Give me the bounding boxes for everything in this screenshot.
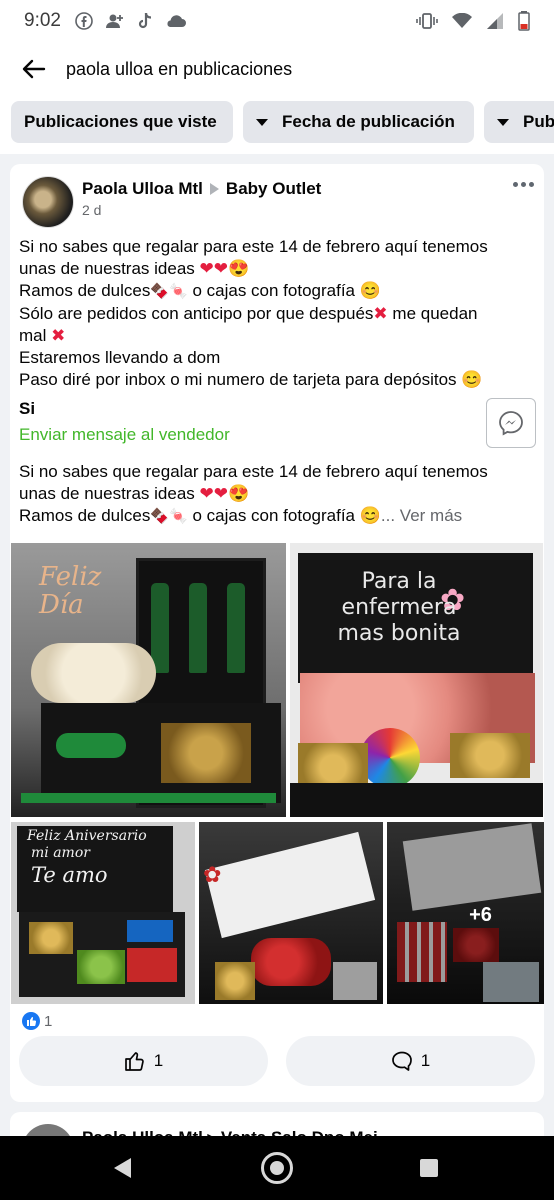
smile-emoji-icon: 😊 xyxy=(359,281,381,300)
post-line: Ramos de dulces xyxy=(19,506,151,525)
post-line: o cajas con fotografía xyxy=(192,506,355,525)
candy-emoji-icon: 🍬 xyxy=(169,283,188,300)
ribbon-bow-icon: ✿ xyxy=(203,862,222,887)
photo-5[interactable]: +6 xyxy=(387,822,544,1004)
signal-icon xyxy=(487,13,503,29)
wifi-icon xyxy=(452,13,472,28)
author-avatar[interactable] xyxy=(22,176,74,228)
status-time: 9:02 xyxy=(24,10,61,31)
reaction-count: 1 xyxy=(44,1012,53,1030)
post-line: unas de nuestras ideas xyxy=(19,259,195,278)
arrow-right-icon xyxy=(209,183,219,195)
author-name[interactable]: Paola Ulloa Mtl xyxy=(82,179,203,199)
see-more-link[interactable]: ... Ver más xyxy=(381,506,462,525)
photo-1[interactable]: Feliz Día xyxy=(11,543,286,817)
nav-home-button[interactable] xyxy=(261,1152,293,1184)
dot-icon xyxy=(521,182,526,187)
comment-bubble-icon xyxy=(391,1051,412,1071)
reaction-summary[interactable]: 1 xyxy=(22,1012,52,1030)
post-line: Si no sabes que regalar para este 14 de … xyxy=(19,237,488,256)
cloud-notification-icon xyxy=(167,15,186,27)
heart-eyes-emoji-icon: 😍 xyxy=(228,259,250,278)
post-card: Paola Ulloa Mtl Baby Outlet 2 d Si no sa… xyxy=(10,164,544,1102)
post-line: o cajas con fotografía xyxy=(192,281,355,300)
photo-caption: Te amo xyxy=(31,863,108,887)
filter-chip-more[interactable]: Pub xyxy=(484,101,554,143)
photo-2[interactable]: ✿ Para la enfermera mas bonita xyxy=(290,543,543,817)
dropdown-triangle-icon xyxy=(497,118,509,126)
heart-emoji-icon: ❤❤ xyxy=(199,484,229,503)
like-reaction-icon xyxy=(22,1012,40,1030)
post-line: mal xyxy=(19,326,47,345)
post-line: Ramos de dulces xyxy=(19,281,151,300)
back-button[interactable] xyxy=(14,49,54,89)
photo-caption: Feliz Aniversario xyxy=(27,828,147,844)
heart-emoji-icon: ❤❤ xyxy=(199,259,229,278)
post-header: Paola Ulloa Mtl Baby Outlet xyxy=(82,179,321,199)
cross-mark-icon: ✖ xyxy=(51,326,66,345)
smile-emoji-icon: 😊 xyxy=(461,370,483,389)
thumbs-up-icon xyxy=(124,1052,144,1071)
search-input[interactable]: paola ulloa en publicaciones xyxy=(66,59,292,80)
photo-caption: mi amor xyxy=(31,845,90,861)
filter-chip-label: Fecha de publicación xyxy=(282,112,455,131)
comment-button[interactable]: 1 xyxy=(286,1036,535,1086)
home-dot-icon xyxy=(270,1161,284,1175)
post-line: unas de nuestras ideas xyxy=(19,484,195,503)
filter-bar: Publicaciones que viste Fecha de publica… xyxy=(0,96,554,154)
like-count: 1 xyxy=(153,1051,164,1070)
item-title: Si xyxy=(19,399,36,418)
filter-chip-label: Publicaciones que viste xyxy=(24,112,217,131)
like-button[interactable]: 1 xyxy=(19,1036,268,1086)
photo-caption: Feliz Día xyxy=(39,562,102,620)
cross-mark-icon: ✖ xyxy=(373,304,388,323)
post-timestamp[interactable]: 2 d xyxy=(82,202,101,218)
dot-icon xyxy=(529,182,534,187)
group-name[interactable]: Baby Outlet xyxy=(226,179,321,199)
nav-recents-button[interactable] xyxy=(420,1159,438,1177)
filter-chip-date[interactable]: Fecha de publicación xyxy=(243,101,474,143)
post-line: Estaremos llevando a dom xyxy=(19,348,221,367)
system-navigation-bar xyxy=(0,1136,554,1200)
messenger-button[interactable] xyxy=(486,398,536,448)
dot-icon xyxy=(513,182,518,187)
post-line: Paso diré por inbox o mi numero de tarje… xyxy=(19,370,457,389)
photo-caption: enfermera xyxy=(341,595,457,620)
nav-back-button[interactable] xyxy=(114,1158,131,1178)
facebook-notification-icon xyxy=(75,12,93,30)
filter-chip-label: Pub xyxy=(523,112,554,131)
messenger-icon xyxy=(499,411,523,436)
filter-chip-seen-posts[interactable]: Publicaciones que viste xyxy=(11,101,233,143)
photo-caption: Para la xyxy=(361,569,437,594)
more-options-button[interactable] xyxy=(513,182,534,187)
status-bar: 9:02 xyxy=(0,0,554,42)
post-line: me quedan xyxy=(392,304,478,323)
post-line: Sólo are pedidos con anticipo por que de… xyxy=(19,304,374,323)
add-person-notification-icon xyxy=(105,14,123,28)
post-preview: Si no sabes que regalar para este 14 de … xyxy=(19,461,534,528)
more-photos-overlay[interactable]: +6 xyxy=(387,822,544,1004)
search-header: paola ulloa en publicaciones xyxy=(0,42,554,96)
photo-3[interactable]: Feliz Aniversario mi amor Te amo xyxy=(11,822,195,1004)
comment-count: 1 xyxy=(420,1051,431,1070)
battery-icon xyxy=(518,11,530,31)
photo-caption: mas bonita xyxy=(337,621,461,646)
smile-emoji-icon: 😊 xyxy=(359,506,381,525)
post-body: Si no sabes que regalar para este 14 de … xyxy=(19,236,534,391)
tiktok-notification-icon xyxy=(138,12,152,29)
post-line: Si no sabes que regalar para este 14 de … xyxy=(19,462,488,481)
vibrate-icon xyxy=(416,13,438,29)
photo-4[interactable]: ✿ xyxy=(199,822,383,1004)
heart-eyes-emoji-icon: 😍 xyxy=(228,484,250,503)
back-arrow-icon xyxy=(22,59,46,79)
message-seller-link[interactable]: Enviar mensaje al vendedor xyxy=(19,425,230,445)
dropdown-triangle-icon xyxy=(256,118,268,126)
chocolate-emoji-icon: 🍫 xyxy=(150,283,170,300)
candy-emoji-icon: 🍬 xyxy=(169,508,188,525)
chocolate-emoji-icon: 🍫 xyxy=(150,508,170,525)
